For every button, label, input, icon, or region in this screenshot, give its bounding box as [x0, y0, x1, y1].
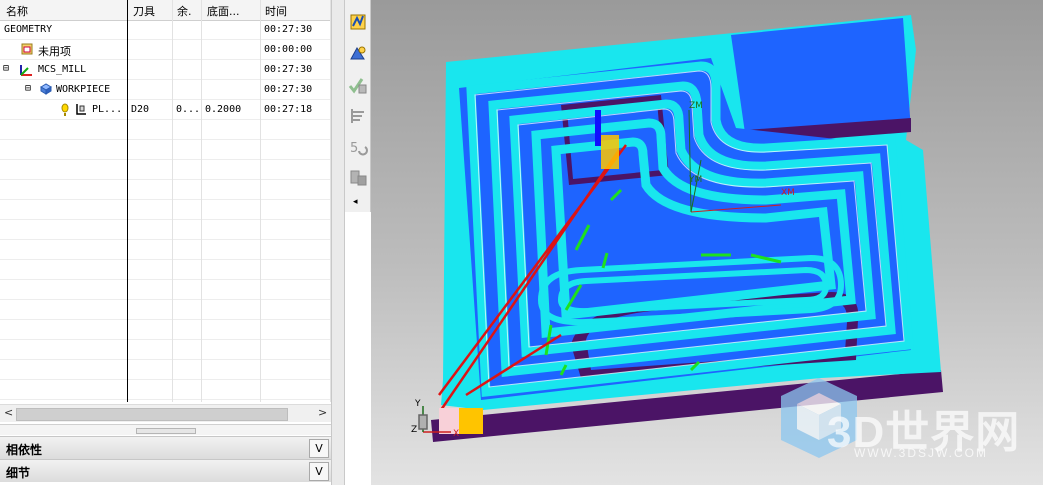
empty-row	[0, 300, 331, 320]
axis-label-y: Y	[414, 399, 421, 409]
row-name: WORKPIECE	[56, 84, 111, 95]
generate-toolpath-icon[interactable]	[348, 12, 368, 32]
pane-splitter[interactable]	[0, 424, 331, 435]
tree-row-unused[interactable]: 未用项 00:00:00	[0, 40, 331, 60]
postprocess-icon[interactable]: 5	[348, 138, 368, 158]
axis-label-x: X	[453, 429, 459, 439]
verify-toolpath-icon[interactable]	[348, 76, 368, 96]
empty-row	[0, 200, 331, 220]
expand-chevron-icon[interactable]: V	[309, 462, 329, 481]
axis-label-zm: ZM	[689, 101, 703, 111]
empty-row	[0, 240, 331, 260]
empty-row	[0, 320, 331, 340]
details-panel-title: 细节	[6, 466, 31, 480]
column-divider[interactable]	[127, 0, 128, 402]
operation-navigator: 名称 刀具 余. 底面... 时间 GEOMETRY 00:27:30 未用项 …	[0, 0, 332, 485]
svg-text:5: 5	[350, 141, 358, 156]
horizontal-scrollbar[interactable]: < >	[0, 404, 331, 422]
empty-row	[0, 380, 331, 400]
col-header-name[interactable]: 名称	[6, 3, 28, 19]
planar-mill-operation-icon	[76, 104, 86, 115]
replay-toolpath-icon[interactable]	[348, 44, 368, 64]
row-time: 00:00:00	[264, 44, 313, 55]
empty-row	[0, 120, 331, 140]
coordinate-system-icon	[20, 65, 32, 76]
row-time: 00:27:30	[264, 64, 313, 75]
unused-items-icon	[21, 43, 33, 55]
column-divider[interactable]	[172, 0, 173, 402]
col-header-tool[interactable]: 刀具	[133, 3, 155, 19]
empty-row	[0, 340, 331, 360]
tree-collapse-toggle[interactable]: ⊟	[3, 63, 9, 74]
shop-documentation-icon[interactable]	[348, 168, 368, 188]
graphics-viewport[interactable]: XM YM ZM X Y Z 3D世界网 WWW.3DSJW.COM	[371, 0, 1043, 485]
col-header-floor[interactable]: 底面...	[207, 3, 240, 19]
list-toolpath-icon[interactable]	[348, 106, 368, 126]
empty-row	[0, 360, 331, 380]
tree-row-workpiece[interactable]: ⊟ WORKPIECE 00:27:30	[0, 80, 331, 100]
empty-row	[0, 180, 331, 200]
empty-row	[0, 140, 331, 160]
row-time: 00:27:30	[264, 24, 313, 35]
warning-icon	[61, 103, 69, 116]
tree-row-mcs-mill[interactable]: ⊟ MCS_MILL 00:27:30	[0, 60, 331, 80]
dependencies-panel-title: 相依性	[6, 443, 43, 457]
axis-label-z: Z	[411, 425, 417, 435]
empty-row	[0, 280, 331, 300]
empty-row	[0, 260, 331, 280]
empty-row	[0, 160, 331, 180]
col-header-time[interactable]: 时间	[265, 3, 287, 19]
expand-chevron-icon[interactable]: V	[309, 439, 329, 458]
scroll-left-button[interactable]: <	[4, 406, 13, 419]
splitter-grip[interactable]	[136, 428, 196, 434]
tree-row-geometry[interactable]: GEOMETRY 00:27:30	[0, 20, 331, 40]
operation-toolbar: 5 ◂	[345, 0, 371, 212]
watermark-url: WWW.3DSJW.COM	[854, 446, 988, 460]
column-divider	[330, 0, 331, 402]
empty-row	[0, 220, 331, 240]
navigator-rows: GEOMETRY 00:27:30 未用项 00:00:00 ⊟ MCS_MIL…	[0, 20, 331, 400]
row-name: PL...	[92, 104, 123, 115]
row-name: 未用项	[38, 45, 71, 58]
row-time: 00:27:30	[264, 84, 313, 95]
row-name: MCS_MILL	[38, 64, 87, 75]
scrollbar-thumb[interactable]	[16, 408, 288, 421]
axis-label-xm: XM	[781, 188, 795, 198]
plunge-marker	[595, 110, 601, 146]
dependencies-panel[interactable]: 相依性 V	[0, 436, 331, 459]
toolbar-overflow-arrow[interactable]: ◂	[353, 197, 358, 207]
column-divider[interactable]	[260, 0, 261, 402]
row-name: GEOMETRY	[4, 24, 53, 35]
col-header-stock[interactable]: 余.	[177, 3, 192, 19]
workpiece-icon	[40, 83, 52, 95]
window-frame-edge	[332, 0, 345, 485]
axis-label-ym: YM	[688, 175, 702, 185]
column-header-row: 名称 刀具 余. 底面... 时间	[0, 0, 331, 21]
navigator-grid: 名称 刀具 余. 底面... 时间 GEOMETRY 00:27:30 未用项 …	[0, 0, 331, 402]
scroll-right-button[interactable]: >	[318, 406, 327, 419]
row-floor: 0.2000	[205, 104, 242, 115]
details-panel[interactable]: 细节 V	[0, 459, 331, 482]
row-tool: D20	[131, 104, 150, 115]
column-divider[interactable]	[201, 0, 202, 402]
row-time: 00:27:18	[264, 104, 313, 115]
tree-collapse-toggle[interactable]: ⊟	[25, 83, 31, 94]
plunge-highlight	[601, 135, 619, 169]
row-stock: 0...	[176, 104, 201, 115]
tree-row-operation[interactable]: PL... D20 0... 0.2000 00:27:18	[0, 100, 331, 120]
